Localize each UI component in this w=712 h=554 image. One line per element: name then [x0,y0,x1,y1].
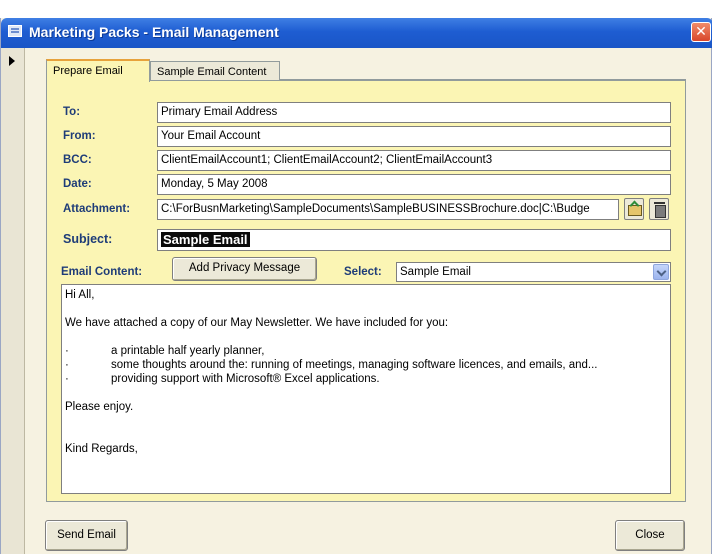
tab-sample-email-content[interactable]: Sample Email Content [150,61,280,81]
tab-prepare-email[interactable]: Prepare Email [46,59,150,82]
body-bullet: · a printable half yearly planner, [65,345,265,357]
record-pointer-icon [9,56,15,66]
attachment-label: Attachment: [63,203,131,215]
bcc-field[interactable]: ClientEmailAccount1; ClientEmailAccount2… [157,150,671,171]
delete-attachment-button[interactable] [649,198,669,220]
body-bullet: · some thoughts around the: running of me… [65,359,598,371]
body-closing-enjoy: Please enjoy. [65,401,134,413]
date-label: Date: [63,178,92,190]
form-icon [8,25,22,37]
subject-value: Sample Email [161,232,250,247]
body-intro: We have attached a copy of our May Newsl… [65,317,449,329]
browse-attachment-button[interactable] [624,198,644,220]
window-title: Marketing Packs - Email Management [29,24,279,40]
record-selector[interactable] [1,48,25,554]
from-field[interactable]: Your Email Account [157,126,671,147]
attachment-field[interactable]: C:\ForBusnMarketing\SampleDocuments\Samp… [157,199,619,220]
send-email-button[interactable]: Send Email [45,520,128,551]
subject-label: Subject: [63,232,113,246]
email-body-textarea[interactable]: Hi All, We have attached a copy of our M… [61,284,671,494]
window-close-button[interactable]: ✕ [691,22,711,42]
email-content-label: Email Content: [61,266,143,278]
template-select[interactable]: Sample Email [396,262,671,282]
title-bar: Marketing Packs - Email Management ✕ [1,18,712,48]
body-bullet: · providing support with Microsoft® Excel… [65,373,380,385]
date-field[interactable]: Monday, 5 May 2008 [157,174,671,195]
body-greeting: Hi All, [65,289,95,301]
to-label: To: [63,106,81,118]
bcc-label: BCC: [63,154,92,166]
select-label: Select: [344,266,382,278]
to-field[interactable]: Primary Email Address [157,102,671,123]
subject-field[interactable]: Sample Email [157,229,671,251]
close-button[interactable]: Close [615,520,685,551]
chevron-down-icon[interactable] [653,264,669,280]
body-closing-regards: Kind Regards, [65,443,138,455]
template-select-value: Sample Email [400,266,471,278]
add-privacy-message-button[interactable]: Add Privacy Message [172,257,317,281]
from-label: From: [63,130,96,142]
